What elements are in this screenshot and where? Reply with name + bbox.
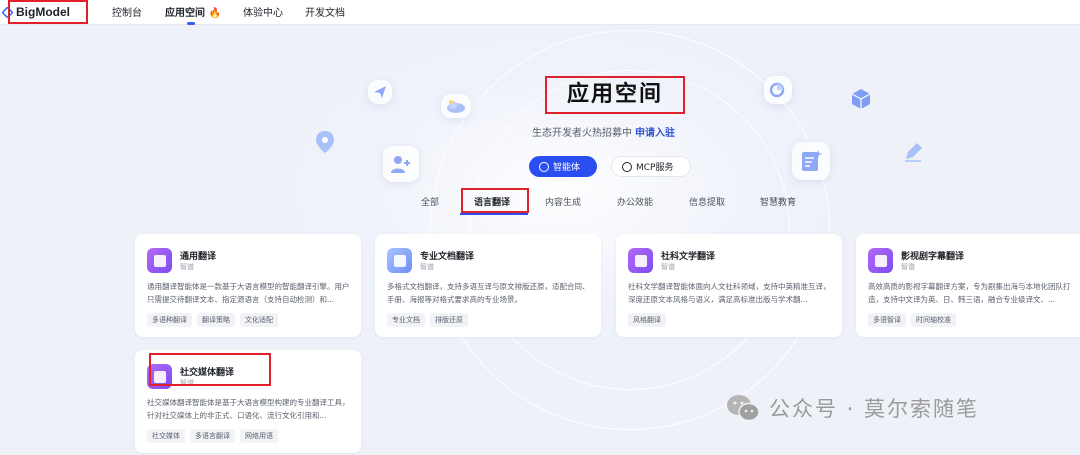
tab-all[interactable]: 全部 (421, 195, 439, 208)
tab-active-indicator (460, 213, 528, 215)
agent-card-literature-translation[interactable]: 社科文学翻译 智谱 社科文学翻译智能体面向人文社科领域，支持中英精准互译，深度还… (616, 234, 842, 337)
card-tag: 风格翻译 (628, 313, 666, 327)
tab-content-generation[interactable]: 内容生成 (545, 195, 581, 208)
agent-button[interactable]: 智能体 (529, 156, 597, 177)
card-tags: 社交媒体 多语言翻译 网络用语 (147, 429, 278, 443)
card-tag: 网络用语 (240, 429, 278, 443)
document-icon (792, 142, 830, 180)
card-provider: 智谱 (661, 263, 675, 271)
card-tag: 多语言翻译 (190, 429, 235, 443)
mcp-icon (622, 161, 632, 172)
tab-info-extraction[interactable]: 信息提取 (689, 195, 725, 208)
card-provider: 智谱 (901, 263, 915, 271)
card-tag: 专业文档 (387, 313, 425, 327)
card-description: 社交媒体翻译智能体是基于大语言模型构建的专业翻译工具，针对社交媒体上的非正式、口… (147, 398, 350, 420)
card-tag: 排版还原 (430, 313, 468, 327)
card-description: 多格式文档翻译，支持多语互译与原文排版还原，适配合同、手册、海报等对格式要求高的… (387, 282, 590, 304)
card-description: 通用翻译智能体是一款基于大语言模型的智能翻译引擎。用户只需提交待翻译文本、指定源… (147, 282, 350, 304)
card-tag: 时间轴校准 (911, 313, 956, 327)
nav-app-space[interactable]: 应用空间 🔥 (165, 4, 221, 19)
nav-experience-center[interactable]: 体验中心 (243, 4, 283, 19)
hero-subtitle: 生态开发者火热招募中 申请入驻 (532, 124, 675, 139)
card-title: 社科文学翻译 (661, 252, 716, 262)
card-tags: 风格翻译 (628, 313, 666, 327)
nav-active-indicator (187, 22, 195, 25)
top-nav: BigModel 控制台 应用空间 🔥 体验中心 开发文档 (0, 0, 1080, 25)
translate-icon (147, 248, 172, 273)
card-title: 专业文档翻译 (420, 252, 475, 262)
card-title: 影视剧字幕翻译 (901, 252, 965, 262)
card-provider: 智谱 (420, 263, 434, 271)
nav-console[interactable]: 控制台 (112, 4, 142, 19)
analytics-icon (764, 76, 792, 104)
mcp-button-label: MCP服务 (636, 163, 674, 173)
agent-card-general-translation[interactable]: 通用翻译 智谱 通用翻译智能体是一款基于大语言模型的智能翻译引擎。用户只需提交待… (135, 234, 361, 337)
card-tag: 文化适配 (240, 313, 278, 327)
annotation-box-tab (461, 188, 529, 213)
annotation-box-logo (8, 0, 88, 24)
card-tag: 多语智译 (868, 313, 906, 327)
agent-button-label: 智能体 (553, 163, 581, 173)
agent-icon (539, 161, 549, 172)
mcp-button[interactable]: MCP服务 (611, 156, 691, 177)
card-tags: 专业文档 排版还原 (387, 313, 468, 327)
card-description: 社科文学翻译智能体面向人文社科领域，支持中英精准互译，深度还原文本风格与语义，满… (628, 282, 831, 304)
annotation-box-title (545, 76, 685, 114)
watermark-text: 公众号 · 莫尔索随笔 (769, 397, 980, 421)
tab-smart-education[interactable]: 智慧教育 (760, 195, 796, 208)
card-tag: 翻译策略 (197, 313, 235, 327)
location-icon (312, 128, 338, 156)
card-title: 通用翻译 (180, 252, 217, 262)
send-icon (368, 80, 392, 104)
card-tags: 多语智译 时间轴校准 (868, 313, 956, 327)
pen-icon (898, 137, 928, 167)
cloud-icon (441, 94, 471, 118)
apply-link[interactable]: 申请入驻 (635, 128, 675, 139)
cube-icon (846, 84, 876, 114)
card-tags: 多语种翻译 翻译策略 文化适配 (147, 313, 278, 327)
card-tag: 社交媒体 (147, 429, 185, 443)
agent-card-subtitle-translation[interactable]: 影视剧字幕翻译 智谱 高效高质的影视字幕翻译方案，专为剧集出海与本地化团队打造，… (856, 234, 1080, 337)
card-tag: 多语种翻译 (147, 313, 192, 327)
hero-subtitle-text: 生态开发者火热招募中 (532, 128, 632, 139)
watermark: 公众号 · 莫尔索随笔 (725, 393, 979, 423)
video-icon (868, 248, 893, 273)
card-provider: 智谱 (180, 263, 194, 271)
card-description: 高效高质的影视字幕翻译方案，专为剧集出海与本地化团队打造，支持中文译为英、日、韩… (868, 282, 1071, 304)
book-icon (628, 248, 653, 273)
document-stack-icon (387, 248, 412, 273)
agent-card-document-translation[interactable]: 专业文档翻译 智谱 多格式文档翻译，支持多语互译与原文排版还原，适配合同、手册、… (375, 234, 601, 337)
user-add-icon (383, 146, 419, 182)
nav-dev-docs[interactable]: 开发文档 (305, 4, 345, 19)
annotation-box-card (149, 353, 271, 386)
wechat-icon (727, 395, 760, 422)
tab-office-efficiency[interactable]: 办公效能 (617, 195, 653, 208)
hero-ring-inner (470, 70, 790, 390)
